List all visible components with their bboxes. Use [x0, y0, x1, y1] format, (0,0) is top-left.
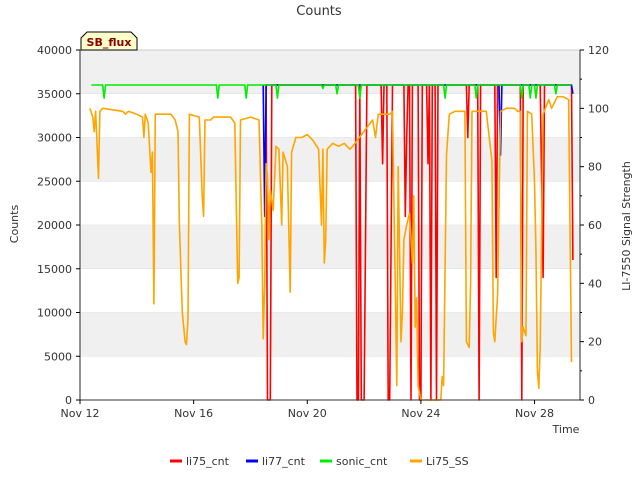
y2-tick-label: 20 [588, 336, 602, 349]
x-tick-label: Nov 12 [61, 407, 100, 420]
x-axis: Nov 12 Nov 16 Nov 20 Nov 24 Nov 28 [61, 399, 580, 420]
grid-band [80, 312, 580, 357]
site-tag: SB_flux [80, 31, 138, 51]
y-tick-label: 15000 [37, 263, 72, 276]
legend: li75_cnt li77_cnt sonic_cnt Li75_SS [170, 455, 469, 468]
legend-label-li77_cnt: li77_cnt [262, 455, 306, 468]
x-axis-label: Time [552, 423, 580, 436]
y-tick-label: 35000 [37, 88, 72, 101]
legend-label-Li75_SS: Li75_SS [426, 455, 469, 468]
y2-tick-label: 0 [588, 394, 595, 407]
legend-label-li75_cnt: li75_cnt [186, 455, 230, 468]
y2-axis-label: LI-7550 Signal Strength [620, 161, 633, 291]
grid-band [80, 50, 580, 94]
y-tick-label: 5000 [44, 350, 72, 363]
y2-tick-label: 100 [588, 102, 609, 115]
y-axis-left: 0 5000 10000 15000 20000 25000 30000 35000 40000 [37, 44, 81, 407]
legend-label-sonic_cnt: sonic_cnt [336, 455, 388, 468]
x-tick-label: Nov 28 [515, 407, 554, 420]
counts-chart: Nov 12 Nov 16 Nov 20 Nov 24 Nov 28 050001000… [8, 4, 633, 468]
y2-tick-label: 120 [588, 44, 609, 57]
x-tick-label: Nov 16 [174, 407, 213, 420]
y-tick-label: 20000 [37, 219, 72, 232]
chart-title: Counts [296, 4, 342, 19]
y-tick-label: 40000 [37, 44, 72, 57]
y2-tick-label: 80 [588, 161, 602, 174]
y-axis-label: Counts [8, 205, 21, 244]
y-tick-label: 25000 [37, 175, 72, 188]
y-tick-label: 0 [65, 394, 72, 407]
y-tick-label: 30000 [37, 132, 72, 145]
y2-tick-label: 60 [588, 219, 602, 232]
y-tick-label: 10000 [37, 307, 72, 320]
y2-tick-label: 40 [588, 277, 602, 290]
x-tick-label: Nov 24 [401, 407, 440, 420]
site-tag-label: SB_flux [87, 36, 132, 49]
y-axis-right: 0 20 40 60 80 100 120 [579, 44, 609, 407]
x-tick-label: Nov 20 [288, 407, 327, 420]
